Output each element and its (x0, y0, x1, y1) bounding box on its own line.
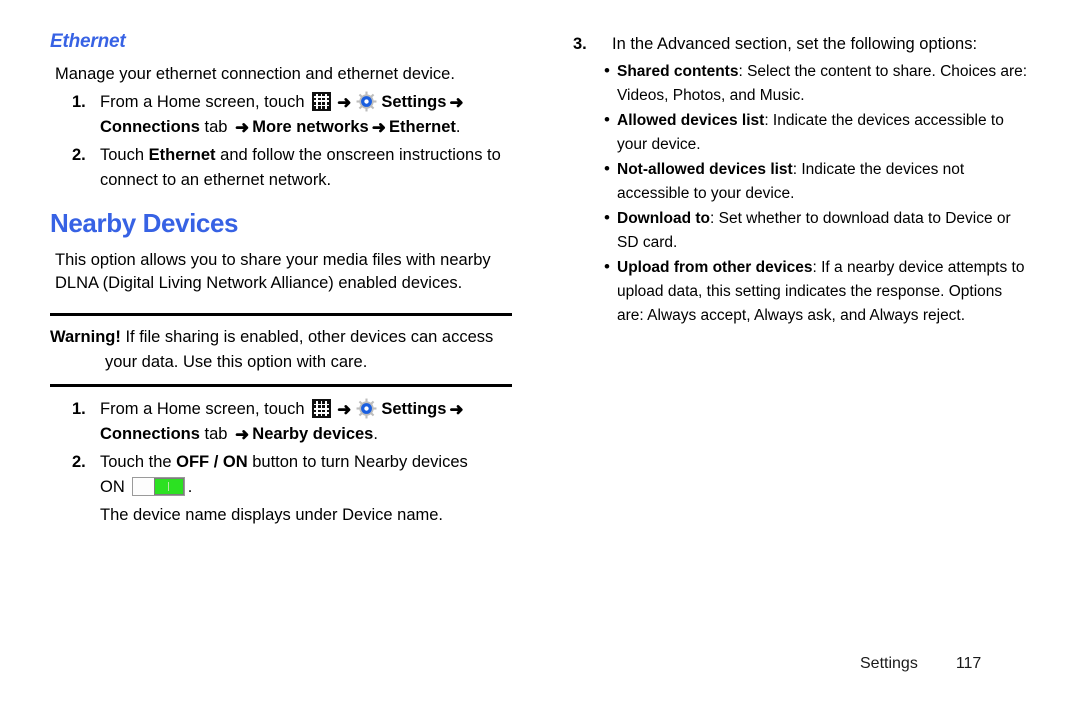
arrow-icon-2: ➜ (449, 92, 464, 112)
advanced-step-3: 3. In the Advanced section, set the foll… (573, 32, 1028, 57)
sentence-period: . (373, 425, 378, 444)
settings-label: Settings (381, 92, 447, 111)
nearby-step-2-followup: The device name displays under Device na… (100, 506, 444, 525)
warning-box: Warning! If file sharing is enabled, oth… (50, 313, 520, 388)
tab-word: tab (199, 117, 233, 136)
connections-tab-label: Connections (100, 425, 200, 444)
sentence-period: . (187, 478, 193, 497)
step-number: 2. (72, 453, 86, 472)
step-number: 1. (72, 92, 86, 111)
warning-text-line2: your data. Use this option with care. (105, 353, 368, 372)
ethernet-intro-paragraph: Manage your ethernet connection and ethe… (55, 64, 455, 83)
advanced-options-list: Shared contents: Select the content to s… (604, 59, 1028, 328)
sentence-period: . (455, 117, 461, 136)
ethernet-bold-term: Ethernet (148, 145, 216, 164)
step-text-prefix: From a Home screen, touch (100, 400, 310, 419)
tab-word: tab (199, 425, 233, 444)
page-title-nearby-devices: Nearby Devices (50, 207, 239, 238)
step-text-before: Touch (100, 145, 149, 164)
toggle-knob (153, 478, 184, 496)
option-term: Shared contents (617, 63, 739, 80)
manual-page: Ethernet Manage your ethernet connection… (0, 0, 1080, 720)
ethernet-step-2: 2. Touch Ethernet and follow the onscree… (50, 143, 520, 193)
footer-page-number: 117 (955, 655, 982, 672)
nearby-devices-target-label: Nearby devices (252, 425, 374, 444)
arrow-icon-1: ➜ (337, 400, 352, 420)
option-term: Upload from other devices (617, 259, 813, 276)
arrow-icon-4: ➜ (371, 117, 386, 137)
right-column: 3. In the Advanced section, set the foll… (573, 32, 1028, 329)
apps-grid-icon (312, 91, 332, 111)
option-term: Not-allowed devices list (617, 161, 793, 178)
more-networks-label: More networks (252, 117, 369, 136)
settings-label: Settings (381, 400, 447, 419)
step-number: 1. (72, 400, 86, 419)
list-item: Shared contents: Select the content to s… (604, 59, 1028, 108)
off-on-bold-term: OFF / ON (176, 453, 248, 472)
arrow-icon-2: ➜ (449, 400, 464, 420)
warning-rule-bottom (50, 384, 512, 388)
list-item: Upload from other devices: If a nearby d… (604, 255, 1028, 328)
list-item: Download to: Set whether to download dat… (604, 206, 1028, 255)
warning-text-line1: If file sharing is enabled, other device… (120, 328, 494, 347)
step-text-after: button to turn Nearby devices (247, 453, 468, 472)
section-heading-ethernet: Ethernet (50, 31, 126, 52)
nearby-step-1: 1. From a Home screen, touch ➜ Settings … (50, 397, 520, 447)
ethernet-step-1: 1. From a Home screen, touch ➜ Settings … (50, 90, 520, 140)
arrow-icon-3: ➜ (235, 117, 250, 137)
option-term: Download to (617, 210, 710, 227)
step-number: 2. (72, 145, 86, 164)
advanced-step-text: In the Advanced section, set the followi… (612, 35, 978, 53)
on-off-toggle-switch[interactable] (131, 477, 185, 497)
footer-section-label: Settings (860, 655, 918, 672)
warning-first-line: Warning! If file sharing is enabled, oth… (50, 325, 520, 350)
on-state-label: ON (100, 478, 125, 497)
step-number: 3. (573, 35, 587, 53)
step-text-prefix: From a Home screen, touch (100, 92, 310, 111)
settings-gear-icon (356, 399, 377, 419)
warning-body: Warning! If file sharing is enabled, oth… (50, 316, 520, 384)
list-item: Allowed devices list: Indicate the devic… (604, 108, 1028, 157)
ethernet-target-label: Ethernet (388, 117, 456, 136)
arrow-icon-1: ➜ (337, 92, 352, 112)
list-item: Not-allowed devices list: Indicate the d… (604, 157, 1028, 206)
warning-label: Warning! (50, 328, 121, 347)
option-term: Allowed devices list (617, 112, 765, 129)
settings-gear-icon (356, 91, 377, 112)
nearby-devices-intro: This option allows you to share your med… (55, 251, 491, 293)
arrow-icon-3: ➜ (235, 425, 250, 445)
nearby-step-2: 2. Touch the OFF / ON button to turn Nea… (50, 450, 520, 528)
connections-tab-label: Connections (100, 117, 200, 136)
apps-grid-icon (312, 399, 332, 419)
page-footer: Settings 117 (860, 655, 981, 673)
left-column: Ethernet Manage your ethernet connection… (50, 31, 520, 531)
step-text-before: Touch the (100, 453, 177, 472)
